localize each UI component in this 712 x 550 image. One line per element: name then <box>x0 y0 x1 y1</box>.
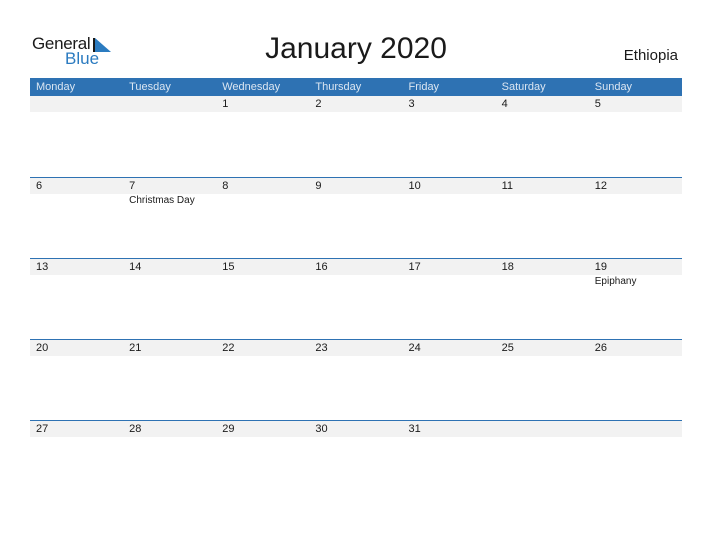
day-number: 27 <box>36 423 49 435</box>
weekday-saturday: Saturday <box>501 81 546 93</box>
day-number: 24 <box>408 342 421 354</box>
holiday-label <box>496 275 589 289</box>
event-row: Christmas Day <box>30 194 682 208</box>
holiday-label: Epiphany <box>594 276 637 287</box>
day-number: 28 <box>129 423 142 435</box>
weekday-friday: Friday <box>408 81 440 93</box>
day-number: 25 <box>501 342 514 354</box>
day-number: 19 <box>594 261 607 273</box>
weekday-monday: Monday <box>36 81 76 93</box>
date-row: 13 14 15 16 17 18 19 <box>30 259 682 275</box>
day-number: 9 <box>315 180 322 192</box>
day-number: 15 <box>222 261 235 273</box>
day-number: 13 <box>36 261 49 273</box>
calendar-week: 13 14 15 16 17 18 19 Epiphany <box>30 258 682 289</box>
date-row: 6 7 8 9 10 11 12 <box>30 178 682 194</box>
day-number: 4 <box>501 98 508 110</box>
weekday-sunday: Sunday <box>594 81 633 93</box>
day-number: 21 <box>129 342 142 354</box>
day-number: 5 <box>594 98 601 110</box>
day-number: 23 <box>315 342 328 354</box>
day-number: 29 <box>222 423 235 435</box>
calendar-week: 27 28 29 30 31 <box>30 420 682 437</box>
day-number: 20 <box>36 342 49 354</box>
day-number: 26 <box>594 342 607 354</box>
holiday-label <box>589 194 682 208</box>
holiday-label <box>403 275 496 289</box>
day-number: 31 <box>408 423 421 435</box>
holiday-label: Christmas Day <box>129 195 195 206</box>
day-number: 10 <box>408 180 421 192</box>
holiday-label <box>30 275 123 289</box>
day-number: 1 <box>222 98 229 110</box>
calendar-title: January 2020 <box>265 32 447 65</box>
holiday-label <box>496 194 589 208</box>
weekday-wednesday: Wednesday <box>222 81 281 93</box>
calendar-week: 20 21 22 23 24 25 26 <box>30 339 682 356</box>
day-number: 16 <box>315 261 328 273</box>
date-row: 1 2 3 4 5 <box>30 96 682 112</box>
holiday-label <box>403 194 496 208</box>
day-number: 6 <box>36 180 43 192</box>
holiday-label <box>123 275 216 289</box>
weekday-thursday: Thursday <box>315 81 362 93</box>
date-row: 20 21 22 23 24 25 26 <box>30 340 682 356</box>
day-number <box>30 96 123 112</box>
day-number: 12 <box>594 180 607 192</box>
day-number: 2 <box>315 98 322 110</box>
day-number: 14 <box>129 261 142 273</box>
day-number: 17 <box>408 261 421 273</box>
holiday-label <box>309 194 402 208</box>
holiday-label <box>216 275 309 289</box>
day-number: 18 <box>501 261 514 273</box>
day-number: 11 <box>501 180 514 192</box>
country-label: Ethiopia <box>623 47 678 64</box>
day-number: 30 <box>315 423 328 435</box>
holiday-label <box>30 194 123 208</box>
day-number: 7 <box>129 180 136 192</box>
date-row: 27 28 29 30 31 <box>30 421 682 437</box>
holiday-label <box>216 194 309 208</box>
calendar-week: 1 2 3 4 5 <box>30 96 682 112</box>
day-number <box>589 421 682 437</box>
holiday-label <box>309 275 402 289</box>
day-number: 3 <box>408 98 415 110</box>
weekday-header: Monday Tuesday Wednesday Thursday Friday… <box>30 78 682 96</box>
day-number <box>123 96 216 112</box>
day-number: 22 <box>222 342 235 354</box>
event-row: Epiphany <box>30 275 682 289</box>
weekday-tuesday: Tuesday <box>129 81 171 93</box>
day-number <box>496 421 589 437</box>
day-number: 8 <box>222 180 229 192</box>
calendar-week: 6 7 8 9 10 11 12 Christmas Day <box>30 177 682 208</box>
